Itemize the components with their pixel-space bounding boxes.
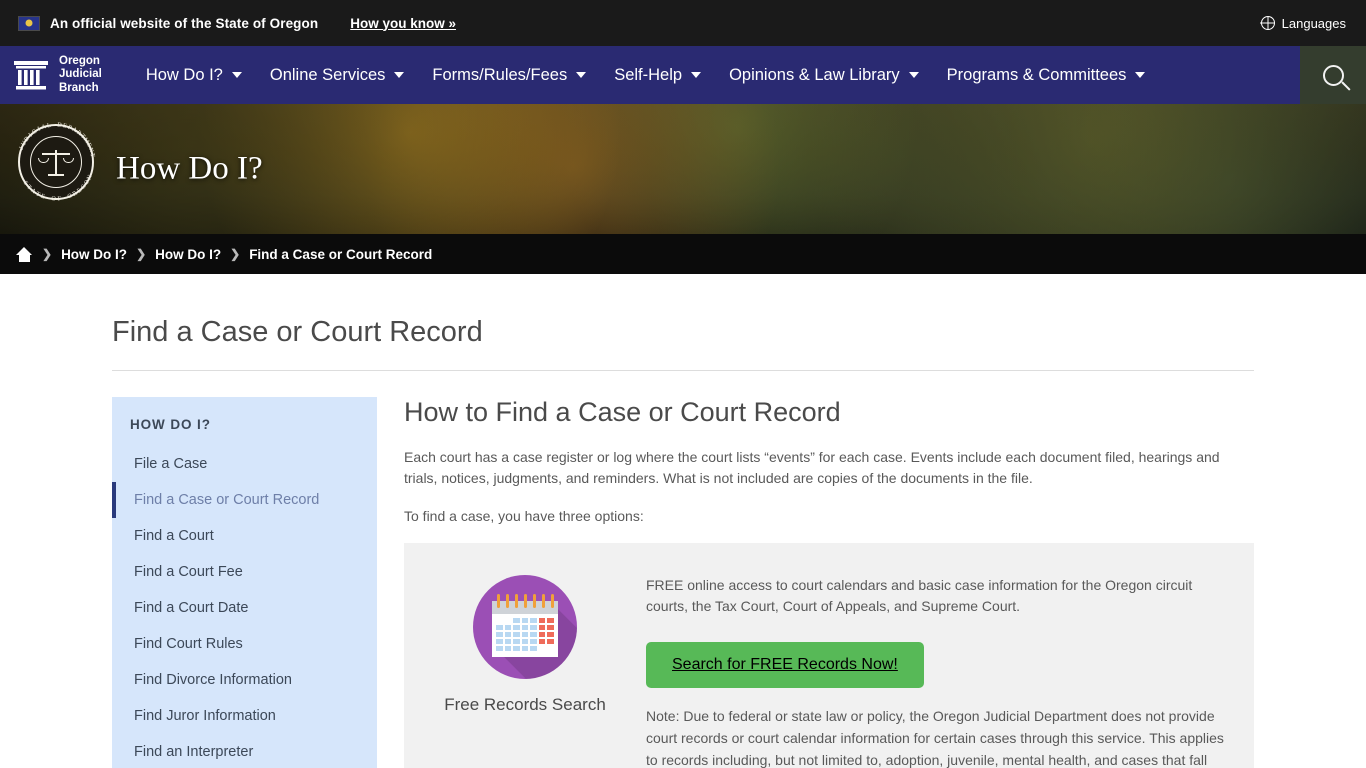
official-state-bar: An official website of the State of Oreg…: [0, 0, 1366, 46]
card-caption: Free Records Search: [444, 694, 606, 714]
brand-line-1: Oregon: [59, 54, 100, 67]
languages-label: Languages: [1281, 15, 1346, 31]
hero-title: How Do I?: [116, 150, 263, 187]
nav-item-online-services[interactable]: Online Services: [256, 46, 419, 104]
official-website-text: An official website of the State of Oreg…: [50, 15, 319, 31]
calendar-icon: [473, 574, 577, 679]
sidebar-item-file-a-case[interactable]: File a Case: [112, 446, 377, 482]
sidebar-item-find-an-interpreter[interactable]: Find an Interpreter: [112, 734, 377, 768]
sidebar-item-find-a-case-or-court-record[interactable]: Find a Case or Court Record: [112, 482, 377, 518]
chevron-down-icon: [1135, 72, 1146, 78]
breadcrumb: ❯ How Do I? ❯ How Do I? ❯ Find a Case or…: [0, 234, 1366, 274]
nav-item-label: Online Services: [269, 65, 386, 84]
sidebar-item-find-juror-information[interactable]: Find Juror Information: [112, 698, 377, 734]
card-body: FREE online access to court calendars an…: [646, 571, 1224, 768]
nav-item-self-help[interactable]: Self-Help: [600, 46, 715, 104]
search-button[interactable]: [1300, 46, 1366, 104]
main-navigation: Oregon Judicial Branch How Do I? Online …: [0, 46, 1366, 104]
nav-item-label: Opinions & Law Library: [729, 65, 900, 84]
free-records-search-card: Free Records Search FREE online access t…: [404, 542, 1254, 768]
calendar-graphic: [492, 593, 558, 657]
nav-items: How Do I? Online Services Forms/Rules/Fe…: [132, 46, 1160, 104]
main-content: How to Find a Case or Court Record Each …: [404, 397, 1254, 768]
breadcrumb-item-current: Find a Case or Court Record: [249, 246, 433, 262]
breadcrumb-separator: ❯: [42, 247, 53, 261]
sidebar-item-find-a-court[interactable]: Find a Court: [112, 518, 377, 554]
nav-item-label: How Do I?: [145, 65, 223, 84]
oregon-judicial-seal: JUDICIAL DEPARTMENTSTATE OF OREGON: [18, 121, 96, 202]
chevron-down-icon: [691, 72, 702, 78]
page-title: Find a Case or Court Record: [112, 316, 1254, 371]
sidebar: HOW DO I? File a Case Find a Case or Cou…: [112, 397, 377, 768]
breadcrumb-item-how-do-i-1[interactable]: How Do I?: [61, 247, 127, 262]
breadcrumb-separator: ❯: [230, 247, 241, 261]
page-title-section: Find a Case or Court Record: [0, 274, 1366, 371]
content-layout: HOW DO I? File a Case Find a Case or Cou…: [0, 371, 1366, 768]
chevron-down-icon: [576, 72, 587, 78]
brand-logo[interactable]: Oregon Judicial Branch: [0, 55, 102, 95]
search-icon: [1322, 64, 1344, 86]
breadcrumb-item-how-do-i-2[interactable]: How Do I?: [155, 247, 221, 262]
brand-text: Oregon Judicial Branch: [59, 55, 102, 95]
card-media: Free Records Search: [430, 571, 620, 718]
sidebar-heading: HOW DO I?: [130, 417, 211, 432]
brand-line-3: Branch: [59, 81, 99, 94]
nav-item-label: Forms/Rules/Fees: [432, 65, 568, 84]
oregon-flag-icon: [18, 15, 40, 31]
how-you-know-link[interactable]: How you know »: [350, 16, 456, 31]
main-heading: How to Find a Case or Court Record: [404, 397, 841, 427]
globe-icon: [1260, 16, 1275, 30]
calendar-rings: [497, 593, 554, 608]
chevron-down-icon: [231, 72, 242, 78]
nav-item-how-do-i[interactable]: How Do I?: [132, 46, 256, 104]
search-free-records-button[interactable]: Search for FREE Records Now!: [646, 642, 924, 689]
languages-button[interactable]: Languages: [1260, 15, 1346, 31]
sidebar-item-find-divorce-information[interactable]: Find Divorce Information: [112, 662, 377, 698]
brand-line-2: Judicial: [59, 68, 102, 81]
calendar-grid: [492, 614, 558, 655]
nav-item-programs-committees[interactable]: Programs & Committees: [933, 46, 1160, 104]
nav-item-forms-rules-fees[interactable]: Forms/Rules/Fees: [418, 46, 600, 104]
chevron-down-icon: [908, 72, 919, 78]
intro-paragraph-2: To find a case, you have three options:: [404, 507, 644, 524]
hero-banner: JUDICIAL DEPARTMENTSTATE OF OREGON How D…: [0, 104, 1366, 234]
card-note: Note: Due to federal or state law or pol…: [646, 708, 1224, 768]
sidebar-item-find-a-court-date[interactable]: Find a Court Date: [112, 590, 377, 626]
intro-paragraph-1: Each court has a case register or log wh…: [404, 449, 1220, 487]
sidebar-item-find-a-court-fee[interactable]: Find a Court Fee: [112, 554, 377, 590]
nav-item-opinions-law-library[interactable]: Opinions & Law Library: [715, 46, 933, 104]
courthouse-columns-icon: [12, 58, 50, 92]
seal-ring-text: JUDICIAL DEPARTMENTSTATE OF OREGON: [17, 121, 97, 203]
card-description: FREE online access to court calendars an…: [646, 576, 1193, 615]
nav-item-label: Self-Help: [614, 65, 683, 84]
home-icon[interactable]: [16, 246, 33, 262]
breadcrumb-separator: ❯: [136, 247, 147, 261]
sidebar-item-find-court-rules[interactable]: Find Court Rules: [112, 626, 377, 662]
chevron-down-icon: [394, 72, 405, 78]
nav-item-label: Programs & Committees: [946, 65, 1127, 84]
